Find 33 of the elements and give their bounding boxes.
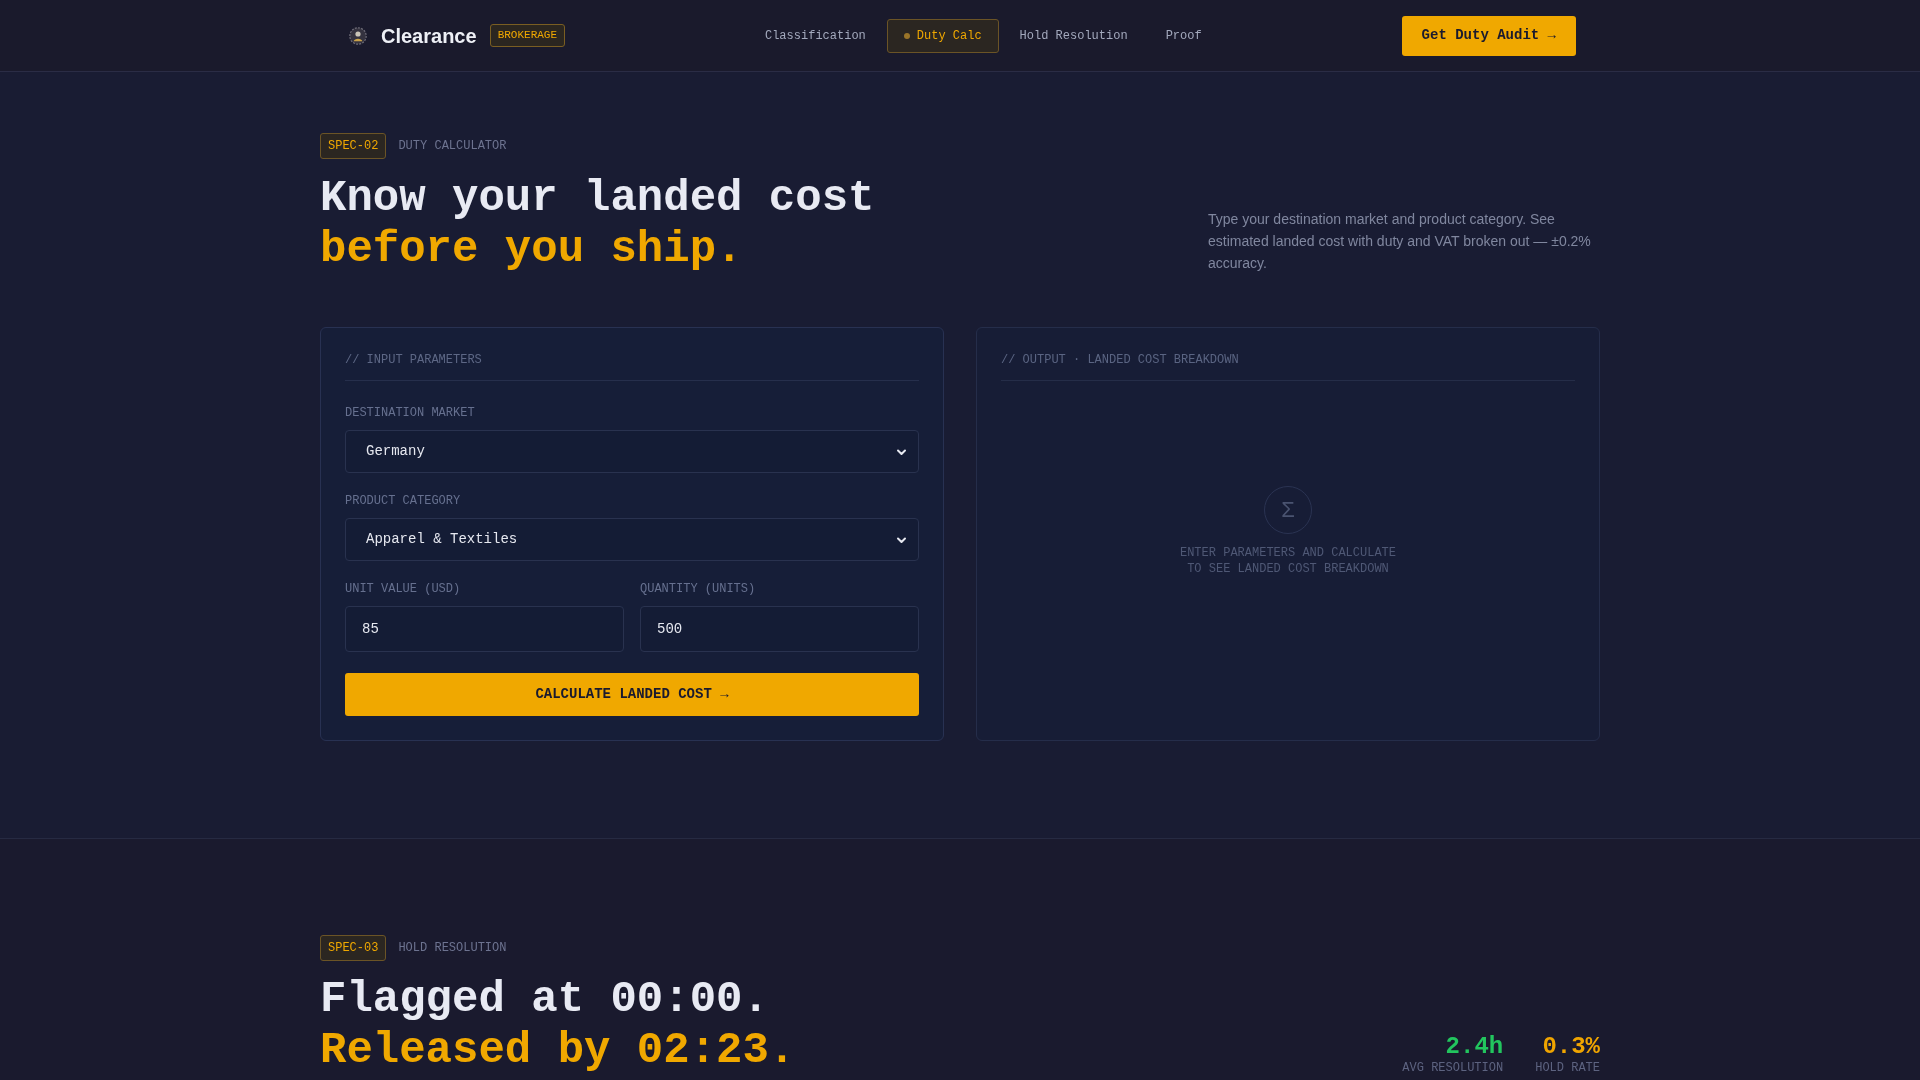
field-label: UNIT VALUE (USD)	[345, 581, 462, 597]
input-field[interactable]: 500	[640, 606, 919, 652]
section-title-highlight: Released by 02:23.	[320, 1025, 796, 1076]
section-tag: SPEC-02	[320, 133, 387, 159]
section-description: Type your destination market and product category. See estimated landed cost with duty and VAT broken out — ±0.2% accuracy.	[1208, 210, 1592, 273]
brand-tag: BROKERAGE	[489, 24, 566, 47]
section-tag: SPEC-03	[320, 935, 387, 961]
panel-heading: // OUTPUT · LANDED COST BREAKDOWN	[1001, 352, 1240, 368]
field-label: QUANTITY (UNITS)	[640, 581, 757, 597]
select-field[interactable]: Germany	[345, 430, 919, 473]
nav-tab[interactable]: Proof	[1148, 18, 1219, 53]
input-field[interactable]: 85	[345, 606, 624, 652]
nav-tab[interactable]: Duty Calc	[886, 18, 999, 53]
section-title: Know your landed cost	[320, 173, 875, 224]
section-title: Flagged at 00:00.	[320, 974, 770, 1025]
cta-button[interactable]: Get Duty Audit →	[1401, 15, 1576, 56]
stat-label: HOLD RATE	[1535, 1061, 1600, 1075]
select-field[interactable]: Apparel & Textiles	[345, 518, 919, 561]
emblem-icon	[349, 26, 367, 45]
nav-tab[interactable]: Hold Resolution	[1002, 18, 1145, 53]
calculate-button[interactable]: CALCULATE LANDED COST →	[345, 673, 919, 716]
field-label: PRODUCT CATEGORY	[345, 493, 462, 509]
field-label: DESTINATION MARKET	[345, 405, 476, 421]
empty-state-message: ENTER PARAMETERS AND CALCULATE TO SEE LANDED COST BREAKDOWN	[1178, 545, 1397, 577]
brand-name: Clearance	[381, 23, 477, 48]
section-title-highlight: before you ship.	[320, 224, 744, 275]
stat-label: AVG RESOLUTION	[1402, 1061, 1504, 1075]
section-eyebrow: HOLD RESOLUTION	[398, 940, 507, 956]
section-eyebrow: DUTY CALCULATOR	[398, 138, 507, 154]
stat-value: 2.4h	[1445, 1033, 1504, 1061]
stat-value: 0.3%	[1542, 1033, 1600, 1061]
nav-tab[interactable]: Classification	[747, 18, 883, 53]
panel-heading: // INPUT PARAMETERS	[345, 352, 483, 368]
